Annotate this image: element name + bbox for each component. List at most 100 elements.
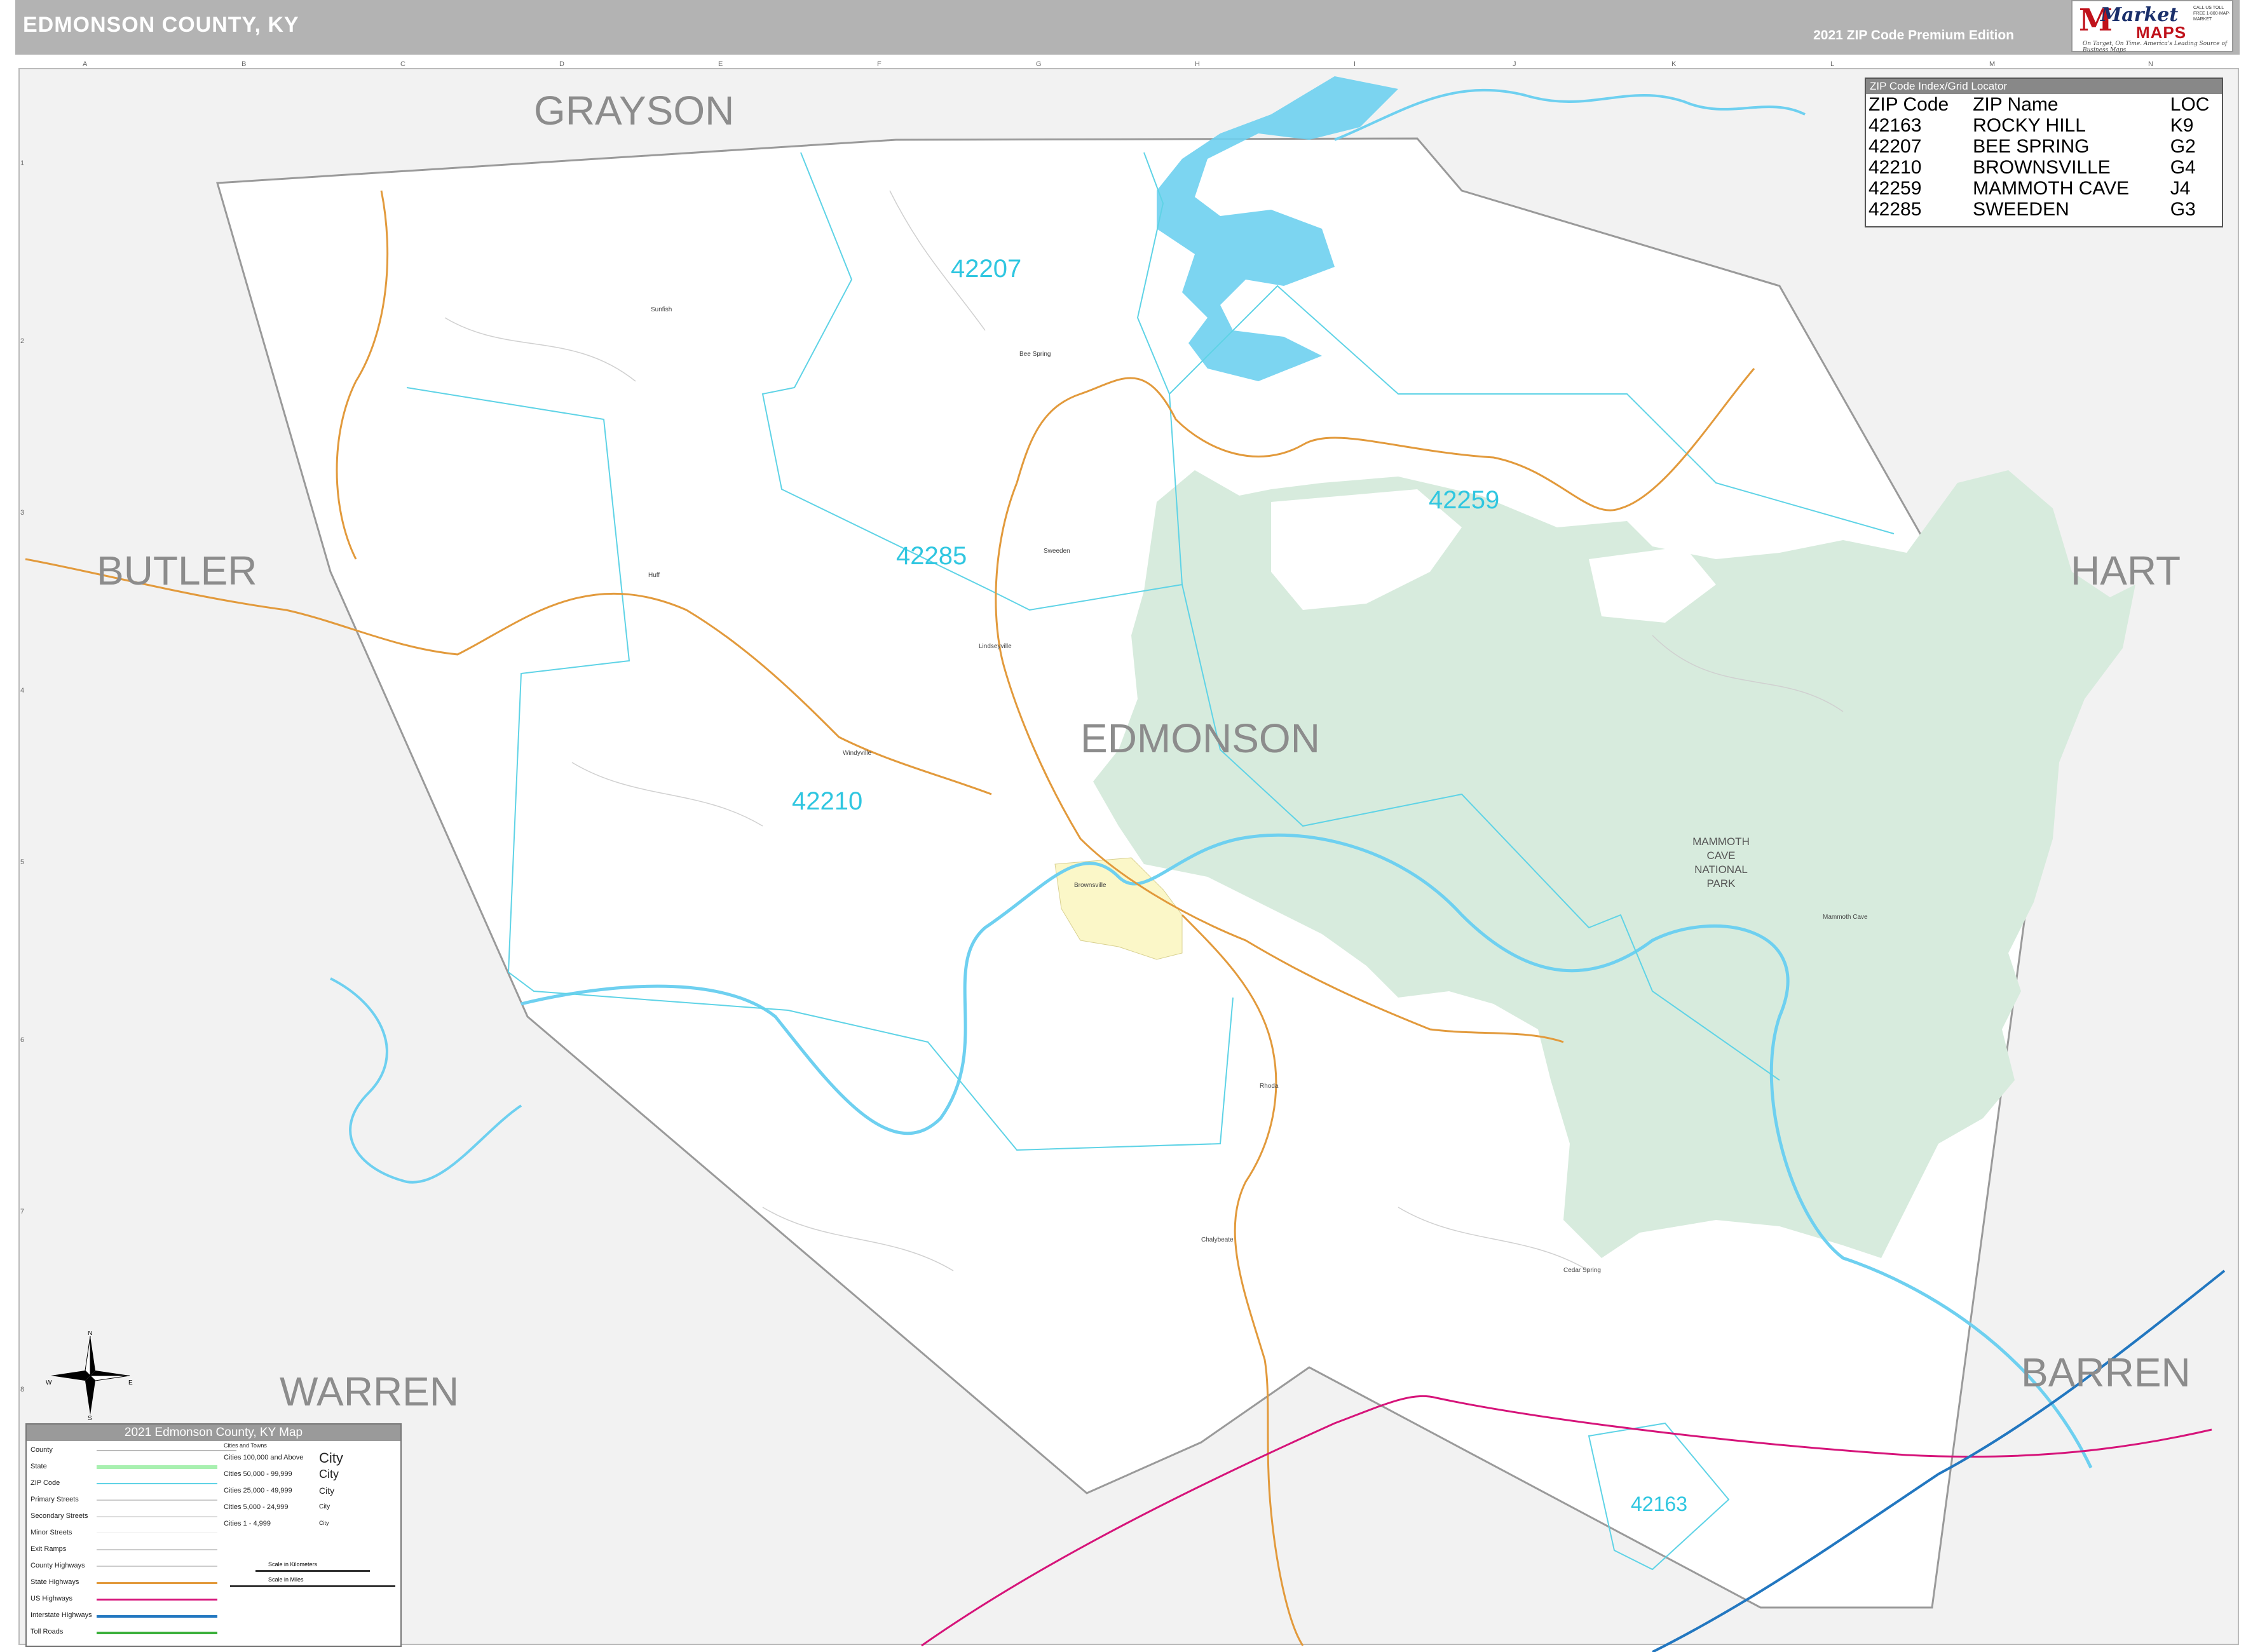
town-cedar-spring: Cedar Spring: [1563, 1267, 1601, 1274]
town-brownsville: Brownsville: [1074, 882, 1106, 889]
park-label-line: NATIONAL: [1694, 863, 1748, 876]
legend-line-interstate: [97, 1615, 217, 1618]
page-title: EDMONSON COUNTY, KY: [23, 13, 299, 37]
park-label-line: CAVE: [1706, 850, 1735, 862]
grid-col: H: [1195, 60, 1200, 68]
loc-cell: K9: [2170, 115, 2194, 136]
zip-name-cell: MAMMOTH CAVE: [1973, 178, 2130, 199]
town-chalybeate: Chalybeate: [1201, 1236, 1234, 1243]
legend-item-state-hwy: State Highways: [31, 1578, 79, 1586]
grid-col: J: [1513, 60, 1516, 68]
zip-label-42163: 42163: [1631, 1493, 1687, 1515]
town-bee-spring: Bee Spring: [1019, 351, 1051, 358]
grid-row: 8: [20, 1386, 24, 1393]
grid-col: N: [2148, 60, 2153, 68]
grid-col: L: [1830, 60, 1834, 68]
legend-line-primary: [97, 1500, 217, 1501]
legend-line-secondary: [97, 1516, 217, 1517]
legend-line-county: [97, 1450, 236, 1451]
legend-city-class: Cities 100,000 and Above: [224, 1454, 304, 1461]
legend-city-sample: City: [319, 1503, 330, 1510]
town-mammoth-cave: Mammoth Cave: [1823, 914, 1868, 921]
grid-row: 5: [20, 858, 24, 866]
town-rhoda: Rhoda: [1260, 1083, 1279, 1090]
legend-line-state: [97, 1465, 217, 1469]
legend-line-zip: [97, 1483, 217, 1484]
zip-name-cell: SWEEDEN: [1973, 199, 2069, 220]
park-label-line: MAMMOTH: [1692, 836, 1750, 848]
town-sweeden: Sweeden: [1044, 548, 1070, 555]
zip-cell: 42163: [1868, 115, 1922, 136]
legend-item-zip: ZIP Code: [31, 1479, 60, 1487]
legend-city-class: Cities 5,000 - 24,999: [224, 1503, 289, 1511]
table-row: 42285 SWEEDEN G3: [1866, 199, 2222, 220]
grid-row: 2: [20, 337, 24, 345]
grid-col: K: [1671, 60, 1677, 68]
compass-s: S: [88, 1415, 92, 1420]
loc-cell: G3: [2170, 199, 2196, 220]
grid-col: A: [83, 60, 88, 68]
table-header-row: ZIP Code ZIP Name LOC: [1866, 94, 2222, 115]
market-maps-logo[interactable]: M Market MAPS On Target, On Time. Americ…: [2071, 0, 2233, 53]
grid-col: C: [400, 60, 405, 68]
grid-col: B: [242, 60, 246, 68]
grid-col: E: [718, 60, 723, 68]
loc-cell: J4: [2170, 178, 2191, 199]
legend-line-ramps: [97, 1549, 217, 1550]
legend-item-state: State: [31, 1463, 47, 1470]
zip-cell: 42207: [1868, 136, 1922, 157]
zip-label-42285: 42285: [896, 542, 967, 570]
scale-km-bar: [255, 1570, 370, 1572]
grid-columns: A B C D E F G H I J K L M N: [83, 60, 2153, 68]
zip-label-42207: 42207: [951, 255, 1021, 283]
grid-col: F: [877, 60, 881, 68]
legend-item-toll: Toll Roads: [31, 1628, 64, 1635]
table-row: 42210 BROWNSVILLE G4: [1866, 157, 2222, 178]
county-label-warren: WARREN: [280, 1369, 459, 1414]
grid-row: 1: [20, 159, 24, 167]
header-bar: EDMONSON COUNTY, KY 2021 ZIP Code Premiu…: [15, 0, 2240, 55]
zip-name-cell: ROCKY HILL: [1973, 115, 2086, 136]
park-label-line: PARK: [1706, 877, 1736, 890]
column-header: ZIP Name: [1973, 94, 2059, 115]
scale-mi-bar: [230, 1585, 395, 1587]
legend-city-sample: City: [319, 1486, 335, 1496]
scale-km-label: Scale in Kilometers: [268, 1561, 318, 1567]
grid-col: G: [1036, 60, 1042, 68]
grid-row: 3: [20, 509, 24, 517]
legend-city-sample: City: [319, 1520, 329, 1526]
grid-row: 4: [20, 687, 24, 694]
legend-city-class: Cities 50,000 - 99,999: [224, 1470, 292, 1478]
table-row: 42207 BEE SPRING G2: [1866, 136, 2222, 157]
legend-cities-header: Cities and Towns: [224, 1442, 267, 1449]
town-windyville: Windyville: [843, 750, 871, 757]
compass-n: N: [88, 1331, 92, 1337]
grid-row: 7: [20, 1208, 24, 1215]
legend-line-state-hwy: [97, 1582, 217, 1584]
legend-city-class: Cities 1 - 4,999: [224, 1520, 271, 1527]
grid-col: I: [1354, 60, 1356, 68]
grid-col: D: [559, 60, 564, 68]
county-map[interactable]: A B C D E F G H I J K L M N 1 2 3 4 5 6 …: [0, 0, 2253, 1652]
logo-maps-text: MAPS: [2136, 23, 2187, 42]
grid-row: 6: [20, 1036, 24, 1044]
legend-city-class: Cities 25,000 - 49,999: [224, 1487, 292, 1494]
table-row: 42259 MAMMOTH CAVE J4: [1866, 178, 2222, 199]
town-lindseyville: Lindseyville: [979, 643, 1012, 650]
legend-item-secondary: Secondary Streets: [31, 1512, 88, 1520]
grid-col: M: [1989, 60, 1995, 68]
logo-phone: CALL US TOLL FREE 1-800-MAP-MARKET: [2193, 6, 2231, 22]
zip-name-cell: BROWNSVILLE: [1973, 157, 2111, 178]
legend-item-county: County: [31, 1446, 53, 1454]
zip-label-42259: 42259: [1429, 486, 1499, 514]
map-legend: 2021 Edmonson County, KY Map County Stat…: [25, 1423, 402, 1647]
zip-cell: 42210: [1868, 157, 1922, 178]
compass-rose-icon: N S E W: [46, 1331, 133, 1420]
zip-name-cell: BEE SPRING: [1973, 136, 2090, 157]
column-header: ZIP Code: [1868, 94, 1949, 115]
loc-cell: G4: [2170, 157, 2196, 178]
legend-line-toll: [97, 1632, 217, 1634]
county-label-edmonson: EDMONSON: [1080, 715, 1320, 761]
compass-w: W: [46, 1379, 52, 1386]
town-huff: Huff: [648, 572, 660, 579]
